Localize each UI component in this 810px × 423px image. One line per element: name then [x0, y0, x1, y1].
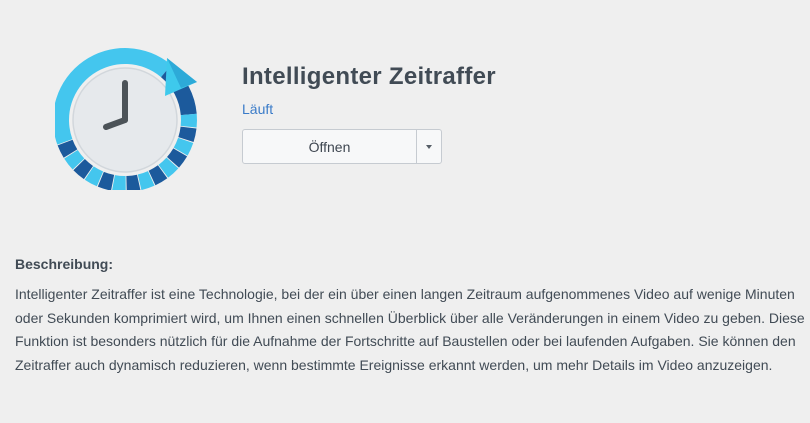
- time-lapse-clock-icon: [55, 48, 197, 190]
- open-button[interactable]: Öffnen: [243, 130, 417, 163]
- caret-down-icon: [426, 144, 432, 149]
- description-heading: Beschreibung:: [15, 256, 114, 272]
- description-text: Intelligenter Zeitraffer ist eine Techno…: [15, 286, 805, 373]
- app-title: Intelligenter Zeitraffer: [242, 63, 496, 90]
- open-dropdown-button[interactable]: [417, 130, 441, 163]
- app-status: Läuft: [242, 101, 274, 117]
- app-detail-page: Intelligenter Zeitraffer Läuft Öffnen Be…: [0, 0, 810, 423]
- open-button-group: Öffnen: [242, 129, 442, 164]
